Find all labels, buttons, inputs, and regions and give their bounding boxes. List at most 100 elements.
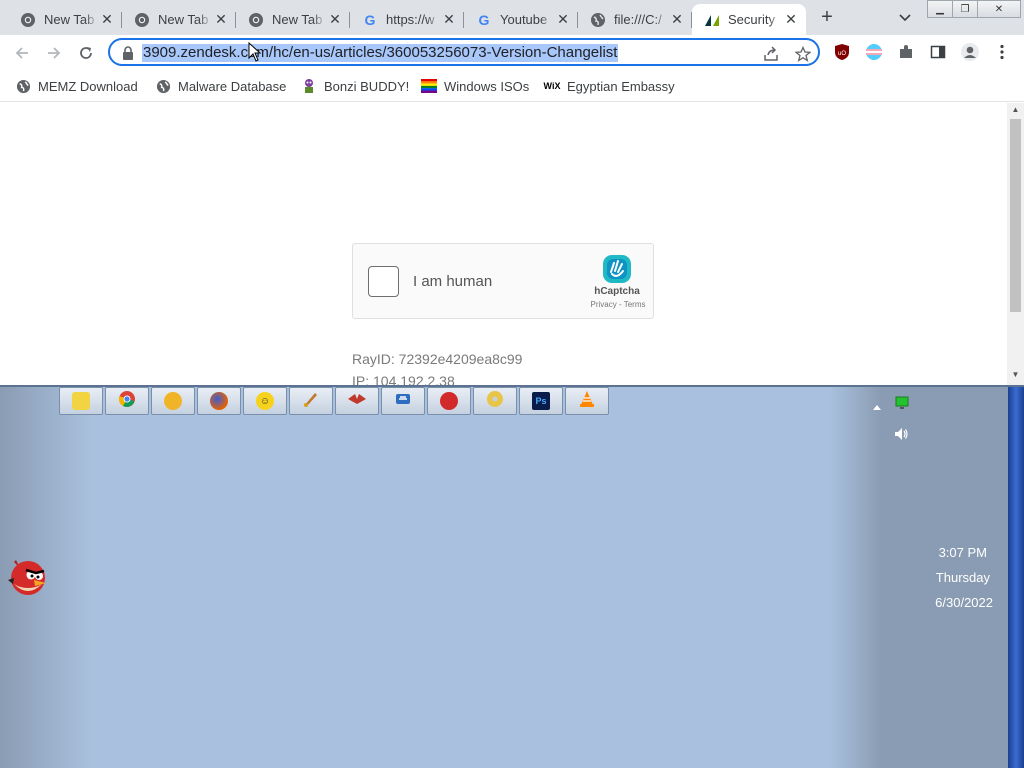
minimize-button[interactable]: ▁ <box>927 0 953 18</box>
tab-https[interactable]: G https://w ✕ <box>350 4 464 35</box>
volume-icon[interactable] <box>893 426 909 442</box>
scroll-thumb[interactable] <box>1010 119 1021 312</box>
restore-button[interactable]: ❐ <box>952 0 978 18</box>
lock-icon[interactable] <box>122 46 134 60</box>
close-tab-icon[interactable]: ✕ <box>782 11 800 29</box>
quicklaunch-photoshop[interactable]: Ps <box>519 387 563 415</box>
tab-new-tab-2[interactable]: New Tab ✕ <box>122 4 236 35</box>
paint-icon <box>302 390 320 413</box>
close-tab-icon[interactable]: ✕ <box>668 11 686 29</box>
captcha-checkbox[interactable] <box>368 266 399 297</box>
quicklaunch-smiley[interactable]: ☺ <box>243 387 287 415</box>
hcaptcha-widget: I am human hCaptcha Privacy - Terms <box>352 243 654 319</box>
mouse-cursor-icon <box>248 42 262 62</box>
profile-avatar-icon[interactable] <box>959 41 981 63</box>
desktop-icon <box>72 392 90 410</box>
bookmark-bonzi-buddy[interactable]: Bonzi BUDDY! <box>301 76 409 96</box>
puzzle-icon[interactable] <box>895 41 917 63</box>
tab-youtube[interactable]: G Youtube ✕ <box>464 4 578 35</box>
menu-dots-icon[interactable] <box>991 41 1013 63</box>
ublock-icon[interactable]: uO <box>831 41 853 63</box>
page-content: I am human hCaptcha Privacy - Terms RayI… <box>0 103 1007 385</box>
address-bar[interactable]: 3909.zendesk.com/hc/en-us/articles/36005… <box>108 38 820 66</box>
hcaptcha-brand: hCaptcha <box>594 286 640 297</box>
clock-day: Thursday <box>935 570 990 585</box>
quicklaunch-vlc[interactable] <box>565 387 609 415</box>
star-icon[interactable] <box>793 44 813 64</box>
side-panel-icon[interactable] <box>927 41 949 63</box>
quicklaunch-bird[interactable] <box>335 387 379 415</box>
privacy-terms-links[interactable]: Privacy - Terms <box>578 300 658 309</box>
chevron-down-icon[interactable] <box>894 7 916 29</box>
vlc-icon <box>578 390 596 413</box>
quicklaunch-ie[interactable] <box>381 387 425 415</box>
back-arrow-icon[interactable] <box>10 41 34 65</box>
page-scrollbar[interactable]: ▲ ▼ <box>1007 103 1024 385</box>
tab-new-tab-1[interactable]: New Tab ✕ <box>8 4 122 35</box>
quicklaunch-chrome[interactable] <box>105 387 149 415</box>
close-tab-icon[interactable]: ✕ <box>440 11 458 29</box>
tab-file[interactable]: file:///C:/ ✕ <box>578 4 692 35</box>
close-window-button[interactable]: ✕ <box>977 0 1021 18</box>
bookmark-label: MEMZ Download <box>38 78 138 94</box>
tab-security[interactable]: Security ✕ <box>692 4 806 35</box>
tab-title: New Tab <box>272 12 323 27</box>
quicklaunch-angry-bird[interactable] <box>427 387 471 415</box>
extension-flag-icon[interactable] <box>863 41 885 63</box>
wix-icon: WiX <box>543 81 561 91</box>
close-tab-icon[interactable]: ✕ <box>326 11 344 29</box>
quicklaunch-show-desktop[interactable] <box>59 387 103 415</box>
globe-icon <box>590 12 606 28</box>
quicklaunch-firefox[interactable] <box>197 387 241 415</box>
new-tab-button[interactable]: + <box>815 7 839 29</box>
bookmark-label: Egyptian Embassy <box>567 78 675 94</box>
disc-icon <box>486 390 504 413</box>
scroll-down-arrow-icon[interactable]: ▼ <box>1007 370 1024 382</box>
desktop-right-strip <box>1008 387 1024 768</box>
bookmark-malware-database[interactable]: Malware Database <box>155 76 286 96</box>
forward-arrow-icon[interactable] <box>42 41 66 65</box>
quicklaunch-sun[interactable] <box>151 387 195 415</box>
tab-title: file:///C:/ <box>614 12 662 27</box>
clock-date: 6/30/2022 <box>935 595 993 610</box>
quicklaunch-paint[interactable] <box>289 387 333 415</box>
close-tab-icon[interactable]: ✕ <box>212 11 230 29</box>
tab-title: New Tab <box>158 12 209 27</box>
chrome-icon <box>248 12 264 28</box>
google-icon: G <box>476 12 492 28</box>
scroll-up-arrow-icon[interactable]: ▲ <box>1007 105 1024 117</box>
share-icon[interactable] <box>761 44 781 64</box>
clock-time[interactable]: 3:07 PM <box>900 545 987 560</box>
tab-new-tab-3[interactable]: New Tab ✕ <box>236 4 350 35</box>
angry-bird-icon <box>440 392 458 410</box>
bookmark-egyptian-embassy[interactable]: WiX Egyptian Embassy <box>544 76 675 96</box>
tab-title: Security <box>728 12 775 27</box>
bookmark-windows-isos[interactable]: Windows ISOs <box>421 76 529 96</box>
chrome-icon <box>20 12 36 28</box>
bird-icon <box>347 392 367 411</box>
tab-strip: New Tab ✕ New Tab ✕ New Tab ✕ G https://… <box>0 0 1024 35</box>
close-tab-icon[interactable]: ✕ <box>98 11 116 29</box>
url-text[interactable]: 3909.zendesk.com/hc/en-us/articles/36005… <box>142 44 619 62</box>
desktop <box>0 385 1024 768</box>
bookmark-label: Windows ISOs <box>444 78 530 94</box>
bookmarks-bar: MEMZ Download Malware Database Bonzi BUD… <box>0 70 1024 102</box>
quicklaunch-disc[interactable] <box>473 387 517 415</box>
bookmark-label: Malware Database <box>178 78 287 94</box>
network-icon[interactable] <box>894 396 910 410</box>
globe-icon <box>15 78 31 94</box>
svg-text:G: G <box>365 12 376 28</box>
bookmark-memz-download[interactable]: MEMZ Download <box>15 76 138 96</box>
angry-bird-icon[interactable] <box>6 556 50 598</box>
firefox-icon <box>210 392 228 410</box>
chrome-icon <box>134 12 150 28</box>
close-tab-icon[interactable]: ✕ <box>554 11 572 29</box>
captcha-label: I am human <box>413 273 493 290</box>
tab-title: https://w <box>386 12 435 27</box>
reload-icon[interactable] <box>74 41 98 65</box>
tray-expand-arrow-icon[interactable] <box>872 398 884 410</box>
bookmark-label: Bonzi BUDDY! <box>324 78 410 94</box>
bonzi-icon <box>301 78 317 94</box>
ray-id: RayID: 72392e4209ea8c99 <box>352 351 523 367</box>
smiley-icon: ☺ <box>256 392 274 410</box>
